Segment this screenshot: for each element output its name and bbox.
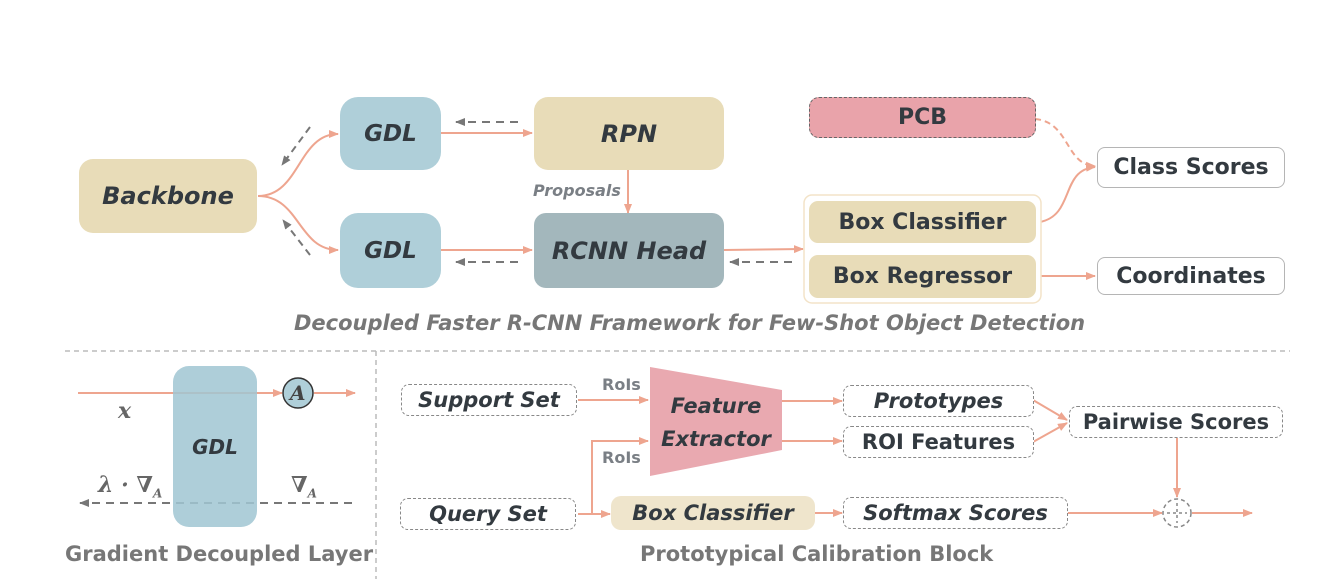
rois-top-label: RoIs: [602, 375, 641, 394]
arrow-rcnn-boxhead: [723, 245, 804, 254]
grad-arrow-bottom: [282, 219, 311, 256]
framework-caption: Decoupled Faster R-CNN Framework for Few…: [294, 311, 1086, 335]
gdl-top-block: GDL: [340, 97, 441, 170]
prototypes-box: Prototypes: [843, 385, 1034, 417]
arrow-classifier-classscores: [1039, 163, 1096, 223]
grad-text: ∇: [291, 472, 308, 498]
grad-label: ∇A: [291, 472, 317, 500]
box-classifier-block: Box Classifier: [809, 201, 1036, 243]
gdl-caption: Gradient Decoupled Layer: [65, 542, 374, 566]
lambda-grad-text: λ · ∇: [98, 472, 153, 498]
proposals-label: Proposals: [533, 181, 621, 200]
grad-subscript: A: [307, 486, 317, 501]
feature-extractor-line1: Feature: [670, 394, 762, 418]
arrow-backbone-gdl-bottom: [257, 195, 339, 254]
op-symbol-label: A: [290, 381, 306, 405]
pcb-block: PCB: [809, 97, 1036, 138]
rpn-block: RPN: [534, 97, 724, 170]
softmax-scores-box: Softmax Scores: [843, 497, 1068, 529]
feature-extractor-label: Feature Extractor: [650, 390, 782, 456]
pairwise-scores-box: Pairwise Scores: [1069, 406, 1283, 438]
coordinates-output: Coordinates: [1097, 257, 1285, 295]
grad-arrow-top: [281, 126, 311, 166]
sum-op-icon: [1162, 498, 1192, 528]
pcb-box-classifier: Box Classifier: [611, 496, 815, 530]
pcb-caption: Prototypical Calibration Block: [640, 542, 994, 566]
rcnn-head-block: RCNN Head: [534, 213, 724, 288]
backbone-block: Backbone: [79, 159, 257, 233]
arrow-pcb-classscores: [1034, 118, 1096, 170]
gdl-panel-block: GDL: [173, 366, 257, 527]
lambda-grad-label: λ · ∇A: [98, 472, 162, 500]
arrow-backbone-gdl-top: [257, 130, 339, 197]
class-scores-output: Class Scores: [1097, 147, 1285, 188]
support-set-box: Support Set: [401, 384, 577, 416]
arrow-prototypes-pairwise: [1032, 399, 1068, 421]
box-regressor-block: Box Regressor: [809, 255, 1036, 298]
feature-extractor-line2: Extractor: [661, 427, 771, 451]
x-label: x: [118, 398, 132, 424]
query-set-box: Query Set: [400, 498, 576, 530]
gdl-bottom-block: GDL: [340, 213, 441, 288]
lambda-grad-subscript: A: [152, 486, 163, 501]
rois-bottom-label: RoIs: [602, 448, 641, 467]
arrow-roifeatures-pairwise: [1032, 422, 1068, 443]
roi-features-box: ROI Features: [843, 426, 1034, 458]
